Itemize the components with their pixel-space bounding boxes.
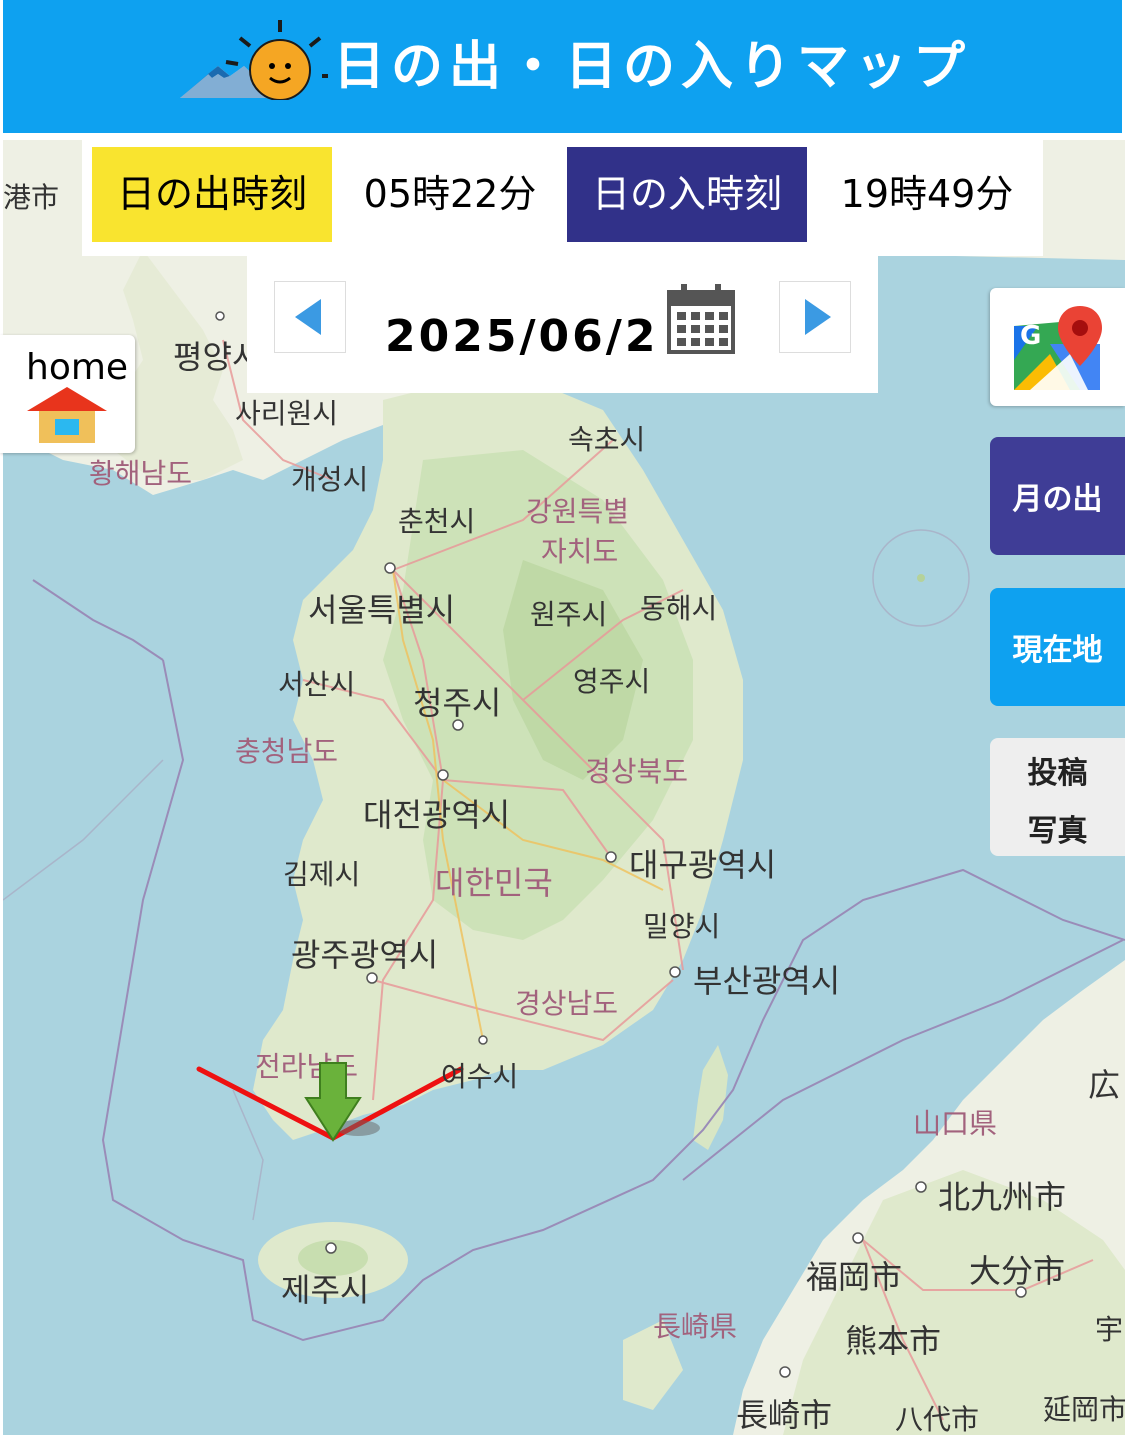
moonrise-button[interactable]: 月の出 — [990, 437, 1125, 555]
sun-times-bar: 日の出時刻 05時22分 日の入時刻 19時49分 — [82, 140, 1043, 256]
map-label: 춘천시 — [398, 505, 476, 538]
calendar-icon[interactable] — [665, 282, 737, 356]
google-maps-icon: G — [1014, 306, 1102, 390]
house-icon — [27, 387, 107, 443]
map-label: 원주시 — [530, 598, 608, 631]
map-label: 충청남도 — [235, 735, 339, 768]
previous-day-button[interactable] — [274, 281, 346, 353]
map-label: 広 — [1088, 1066, 1121, 1104]
map-label: 제주시 — [281, 1271, 370, 1309]
sunrise-time: 05時22分 — [363, 172, 537, 216]
map-label: 강원특별 — [526, 495, 630, 528]
arrow-right-icon — [805, 299, 831, 335]
date-field[interactable]: 2025/06/20 — [385, 311, 653, 362]
sunset-time: 19時49分 — [840, 172, 1014, 216]
app-title: 日の出・日の入りマップ — [333, 37, 972, 97]
map-label: 여수시 — [441, 1060, 519, 1093]
map-label: 長崎県 — [653, 1310, 738, 1343]
sunrise-label: 日の出時刻 — [92, 147, 332, 242]
map-label: 延岡市 — [1043, 1393, 1125, 1426]
map-label: 서산시 — [278, 668, 356, 701]
map-label: 김제시 — [283, 858, 361, 891]
map-label: 광주광역시 — [291, 936, 439, 974]
map-label: 황해남도 — [89, 457, 193, 490]
map-label: 속초시 — [568, 423, 646, 456]
map-label: 자치도 — [541, 535, 619, 568]
current-location-button[interactable]: 現在地 — [990, 588, 1125, 706]
map-label: 영주시 — [573, 665, 651, 698]
home-button[interactable]: home — [0, 335, 135, 453]
map-label: 서울특별시 — [308, 591, 456, 629]
home-label: home — [26, 347, 129, 388]
post-photo-label-line1: 投稿 — [1027, 756, 1088, 791]
map-label: 밀양시 — [643, 910, 721, 943]
map-label: 개성시 — [291, 463, 369, 496]
map-label: 福岡市 — [806, 1258, 903, 1296]
location-marker-icon[interactable] — [300, 1058, 390, 1148]
map-label: 사리원시 — [235, 397, 339, 430]
map-label: 부산광역시 — [693, 962, 841, 1000]
map-label: 港市 — [3, 181, 60, 214]
map-label: 宇 — [1095, 1313, 1124, 1346]
post-photo-button[interactable]: 投稿 写真 — [990, 738, 1125, 856]
sunrise-logo-icon — [180, 20, 328, 100]
map-label: 청주시 — [413, 684, 502, 722]
arrow-left-icon — [295, 299, 321, 335]
map-label: 경상북도 — [585, 755, 689, 788]
sunset-label: 日の入時刻 — [567, 147, 807, 242]
map-label: 八代市 — [895, 1403, 980, 1435]
google-maps-button[interactable]: G — [990, 288, 1125, 406]
map-label: 大分市 — [969, 1252, 1066, 1290]
map-label: 경상남도 — [515, 987, 619, 1020]
app-header: 日の出・日の入りマップ — [3, 0, 1122, 133]
post-photo-label-line2: 写真 — [1027, 814, 1088, 849]
map-label: 山口県 — [913, 1107, 998, 1140]
svg-text:G: G — [1020, 321, 1041, 351]
map-label: 동해시 — [640, 592, 718, 625]
map-label: 대전광역시 — [363, 796, 511, 834]
map-label: 北九州市 — [938, 1178, 1067, 1216]
map-label: 대구광역시 — [629, 846, 777, 884]
map-label: 長崎市 — [736, 1396, 833, 1434]
map-label: 대한민국 — [435, 864, 553, 902]
next-day-button[interactable] — [779, 281, 851, 353]
date-selector: 2025/06/20 — [247, 256, 878, 393]
map-label: 熊本市 — [845, 1322, 942, 1360]
